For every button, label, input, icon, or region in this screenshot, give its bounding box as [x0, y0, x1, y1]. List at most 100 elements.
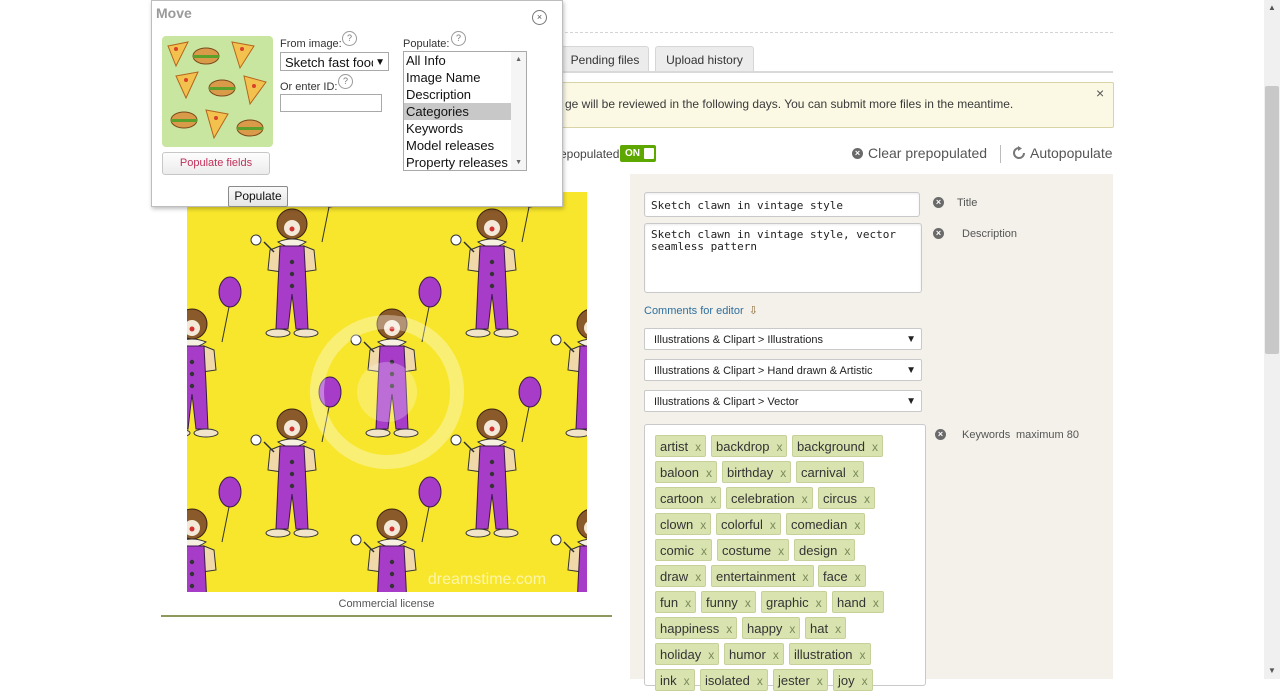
populate-option[interactable]: Description [404, 86, 511, 103]
from-image-help-icon[interactable]: ? [342, 31, 357, 46]
populate-option-selected[interactable]: Categories [404, 103, 511, 120]
populate-listbox[interactable]: All Info Image Name Description Categori… [403, 51, 527, 171]
remove-keyword-icon[interactable]: x [685, 596, 691, 610]
populate-option[interactable]: Keywords [404, 120, 511, 137]
keyword-tag[interactable]: funny x [701, 591, 756, 613]
dialog-close-icon[interactable]: × [532, 10, 547, 25]
populate-option[interactable]: Model releases [404, 137, 511, 154]
category-select-2[interactable]: Illustrations & Clipart > Hand drawn & A… [644, 359, 922, 381]
keyword-tag[interactable]: carnival x [796, 461, 864, 483]
populate-help-icon[interactable]: ? [451, 31, 466, 46]
keyword-tag[interactable]: cartoon x [655, 487, 722, 509]
keyword-tag[interactable]: artist x [655, 435, 707, 457]
populate-option[interactable]: Image Name [404, 69, 511, 86]
keyword-tag[interactable]: comedian x [786, 513, 866, 535]
scroll-down-icon[interactable]: ▼ [515, 159, 522, 166]
remove-keyword-icon[interactable]: x [706, 466, 712, 480]
keyword-tag[interactable]: entertainment x [711, 565, 814, 587]
enter-id-input[interactable] [280, 94, 382, 112]
remove-keyword-icon[interactable]: x [853, 466, 859, 480]
keyword-tag[interactable]: jester x [773, 669, 828, 691]
notice-close-icon[interactable]: × [1096, 85, 1104, 101]
remove-keyword-icon[interactable]: x [773, 648, 779, 662]
keyword-tag[interactable]: graphic x [761, 591, 827, 613]
remove-keyword-icon[interactable]: x [855, 570, 861, 584]
remove-keyword-icon[interactable]: x [835, 622, 841, 636]
scroll-up-icon[interactable]: ▲ [515, 56, 522, 63]
keyword-tag[interactable]: baloon x [655, 461, 718, 483]
remove-keyword-icon[interactable]: x [872, 440, 878, 454]
remove-keyword-icon[interactable]: x [708, 648, 714, 662]
populate-button[interactable]: Populate [228, 186, 288, 207]
remove-keyword-icon[interactable]: x [803, 570, 809, 584]
remove-keyword-icon[interactable]: x [710, 492, 716, 506]
tab-upload-history[interactable]: Upload history [655, 46, 754, 73]
remove-keyword-icon[interactable]: x [844, 544, 850, 558]
enter-id-help-icon[interactable]: ? [338, 74, 353, 89]
source-thumbnail[interactable] [162, 36, 273, 147]
scrollbar-thumb[interactable] [1265, 86, 1279, 354]
remove-keyword-icon[interactable]: x [873, 596, 879, 610]
populate-fields-button[interactable]: Populate fields [162, 152, 270, 175]
keyword-tag[interactable]: draw x [655, 565, 707, 587]
description-textarea[interactable]: Sketch clawn in vintage style, vector se… [644, 223, 922, 293]
clear-prepopulated-button[interactable]: × Clear prepopulated [852, 145, 987, 161]
keyword-tag[interactable]: humor x [724, 643, 784, 665]
keyword-tag[interactable]: clown x [655, 513, 712, 535]
keyword-tag[interactable]: celebration x [726, 487, 813, 509]
category-select-1[interactable]: Illustrations & Clipart > Illustrations ▼ [644, 328, 922, 350]
keyword-tag[interactable]: happiness x [655, 617, 738, 639]
keyword-tag[interactable]: face x [818, 565, 866, 587]
remove-keyword-icon[interactable]: x [757, 674, 763, 688]
remove-keyword-icon[interactable]: x [860, 648, 866, 662]
populate-option[interactable]: All Info [404, 52, 511, 69]
keyword-tag[interactable]: happy x [742, 617, 801, 639]
remove-keyword-icon[interactable]: x [726, 622, 732, 636]
from-image-select[interactable]: Sketch fast food ▼ [280, 52, 389, 71]
keyword-tag[interactable]: holiday x [655, 643, 720, 665]
listbox-scrollbar[interactable]: ▲ ▼ [511, 52, 526, 170]
remove-keyword-icon[interactable]: x [684, 674, 690, 688]
remove-keyword-icon[interactable]: x [776, 440, 782, 454]
remove-keyword-icon[interactable]: x [695, 440, 701, 454]
scroll-down-icon[interactable]: ▼ [1264, 663, 1280, 679]
keyword-tag[interactable]: colorful x [716, 513, 781, 535]
keyword-tag[interactable]: hat x [805, 617, 847, 639]
clear-description-icon[interactable]: × [933, 228, 944, 239]
clear-keywords-icon[interactable]: × [935, 429, 946, 440]
remove-keyword-icon[interactable]: x [745, 596, 751, 610]
keyword-tag[interactable]: birthday x [722, 461, 792, 483]
populate-option[interactable]: Property releases [404, 154, 511, 170]
remove-keyword-icon[interactable]: x [862, 674, 868, 688]
comments-for-editor-link[interactable]: Comments for editor ⇩ [644, 304, 758, 317]
clear-title-icon[interactable]: × [933, 197, 944, 208]
remove-keyword-icon[interactable]: x [802, 492, 808, 506]
title-input[interactable]: Sketch clawn in vintage style [644, 192, 920, 217]
remove-keyword-icon[interactable]: x [817, 674, 823, 688]
remove-keyword-icon[interactable]: x [701, 544, 707, 558]
keyword-tag[interactable]: design x [794, 539, 856, 561]
remove-keyword-icon[interactable]: x [778, 544, 784, 558]
keyword-tag[interactable]: ink x [655, 669, 695, 691]
autopopulate-button[interactable]: Autopopulate [1012, 145, 1113, 161]
remove-keyword-icon[interactable]: x [770, 518, 776, 532]
keyword-tag[interactable]: costume x [717, 539, 790, 561]
category-select-3[interactable]: Illustrations & Clipart > Vector ▼ [644, 390, 922, 412]
scroll-up-icon[interactable]: ▲ [1264, 0, 1280, 16]
keyword-tag[interactable]: illustration x [789, 643, 871, 665]
keyword-tag[interactable]: backdrop x [711, 435, 788, 457]
remove-keyword-icon[interactable]: x [816, 596, 822, 610]
remove-keyword-icon[interactable]: x [789, 622, 795, 636]
remove-keyword-icon[interactable]: x [864, 492, 870, 506]
keyword-tag[interactable]: hand x [832, 591, 884, 613]
remove-keyword-icon[interactable]: x [854, 518, 860, 532]
remove-keyword-icon[interactable]: x [695, 570, 701, 584]
tab-pending-files[interactable]: Pending files [561, 46, 649, 73]
keyword-tag[interactable]: comic x [655, 539, 712, 561]
keyword-tag[interactable]: joy x [833, 669, 873, 691]
keyword-tag[interactable]: background x [792, 435, 883, 457]
remove-keyword-icon[interactable]: x [700, 518, 706, 532]
keyword-tag[interactable]: circus x [818, 487, 875, 509]
keyword-tag[interactable]: isolated x [700, 669, 768, 691]
keyword-tag[interactable]: fun x [655, 591, 697, 613]
